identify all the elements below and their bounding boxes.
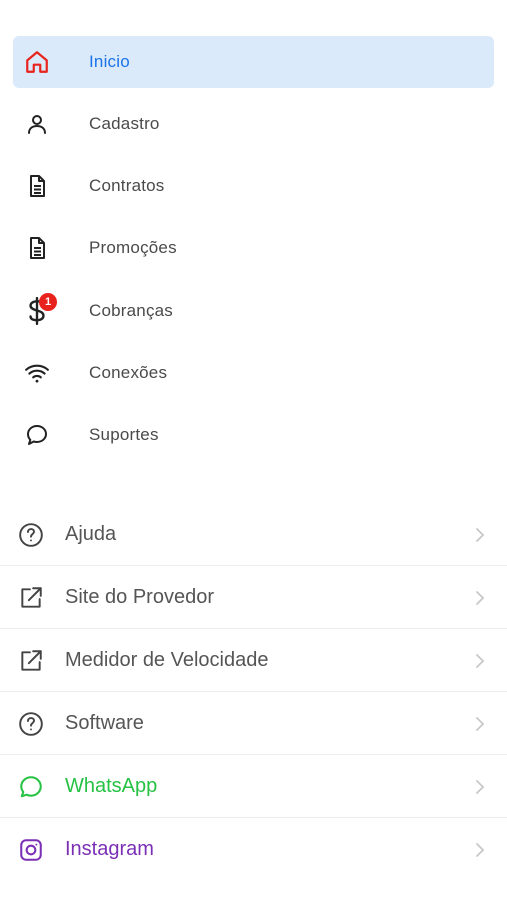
menu-item-contratos[interactable]: Contratos [13, 160, 494, 212]
chevron-right-icon [473, 651, 487, 671]
instagram-icon [17, 836, 45, 864]
chevron-right-icon [473, 777, 487, 797]
help-circle-icon [17, 710, 45, 738]
whatsapp-icon [17, 773, 45, 801]
menu-item-label: Suportes [89, 425, 159, 444]
document-icon [23, 172, 51, 200]
menu-item-cadastro[interactable]: Cadastro [13, 98, 494, 150]
document-icon [23, 234, 51, 262]
menu-item-label: Cobranças [89, 301, 174, 320]
link-row-site-do-provedor[interactable]: Site do Provedor [0, 566, 507, 629]
menu-item-promocoes[interactable]: Promoções [13, 222, 494, 274]
link-label: Medidor de Velocidade [65, 649, 269, 671]
menu-item-label: Conexões [89, 363, 168, 382]
chevron-right-icon [473, 525, 487, 545]
external-link-icon [17, 647, 45, 675]
link-row-medidor-de-velocidade[interactable]: Medidor de Velocidade [0, 629, 507, 692]
link-row-software[interactable]: Software [0, 692, 507, 755]
menu-item-label: Contratos [89, 176, 165, 195]
chevron-right-icon [473, 714, 487, 734]
menu-item-label: Inicio [89, 52, 130, 71]
menu-item-label: Promoções [89, 238, 177, 257]
link-label: Software [65, 712, 144, 734]
link-row-whatsapp[interactable]: WhatsApp [0, 755, 507, 818]
wifi-icon [23, 359, 51, 387]
menu-item-inicio[interactable]: Inicio [13, 36, 494, 88]
link-row-instagram[interactable]: Instagram [0, 818, 507, 881]
chat-bubble-icon [23, 421, 51, 449]
menu-item-label: Cadastro [89, 114, 160, 133]
menu-item-suportes[interactable]: Suportes [13, 409, 494, 461]
link-label: WhatsApp [65, 775, 158, 797]
link-row-ajuda[interactable]: Ajuda [0, 503, 507, 566]
user-icon [23, 110, 51, 138]
notification-badge: 1 [39, 293, 57, 311]
menu-item-cobrancas[interactable]: 1 Cobranças [13, 285, 494, 337]
chevron-right-icon [473, 588, 487, 608]
menu-item-conexoes[interactable]: Conexões [13, 347, 494, 399]
external-link-icon [17, 584, 45, 612]
link-label: Site do Provedor [65, 586, 214, 608]
help-circle-icon [17, 521, 45, 549]
dollar-icon: 1 [23, 293, 57, 325]
link-label: Ajuda [65, 523, 117, 545]
chevron-right-icon [473, 840, 487, 860]
home-icon [23, 48, 51, 76]
link-label: Instagram [65, 838, 154, 860]
